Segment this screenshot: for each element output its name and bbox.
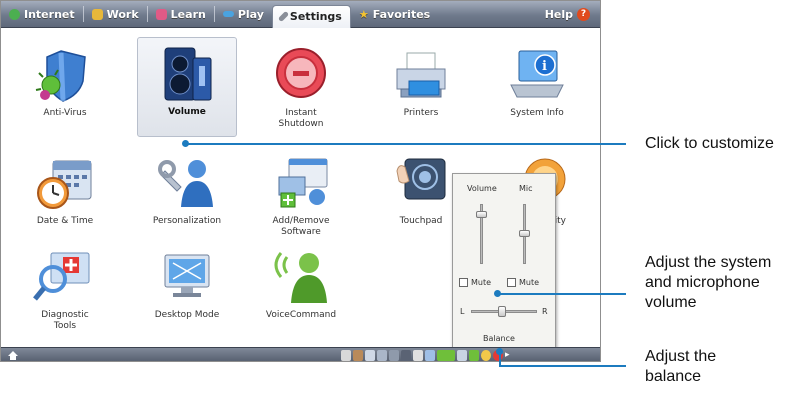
callout-volume-text: Adjust the system and microphone volume [645, 254, 772, 311]
svg-text:i: i [542, 59, 547, 74]
app-printers[interactable]: Printers [371, 39, 471, 139]
tab-learn[interactable]: Learn [148, 1, 214, 28]
clock-calendar-icon [33, 153, 97, 213]
voice-icon [269, 247, 333, 307]
system-tray: ▸ [341, 350, 515, 361]
battery-icon[interactable] [437, 350, 455, 361]
app-label: Add/Remove Software [272, 216, 330, 237]
tab-divider [82, 6, 84, 22]
diagnostic-icon [33, 247, 97, 307]
tab-divider [213, 6, 215, 22]
display-icon[interactable] [365, 350, 375, 361]
app-label: VoiceCommand [265, 310, 337, 320]
app-label: Anti-Virus [43, 108, 87, 118]
app-system-info[interactable]: i System Info [487, 39, 587, 139]
shield-icon [33, 45, 97, 105]
app-label: Personalization [152, 216, 222, 226]
balance-left-label: L [460, 307, 465, 316]
top-tab-bar: Internet Work Learn Play Settings ★ Favo… [1, 1, 600, 28]
app-label: Instant Shutdown [278, 108, 324, 129]
tray-icon[interactable] [401, 350, 411, 361]
window-icon[interactable] [377, 350, 387, 361]
callout-volume-line [498, 293, 626, 295]
app-desktop-mode[interactable]: Desktop Mode [137, 241, 237, 341]
wrench-icon [277, 10, 290, 23]
help-label: Help [544, 7, 573, 21]
mic-mute-label: Mute [519, 278, 540, 287]
globe-icon [9, 8, 20, 20]
app-instant-shutdown[interactable]: Instant Shutdown [251, 39, 351, 139]
tab-favorites[interactable]: ★ Favorites [351, 1, 438, 28]
tab-label: Settings [289, 10, 342, 23]
printer-icon [389, 45, 453, 105]
app-anti-virus[interactable]: Anti-Virus [15, 39, 115, 139]
wifi-icon[interactable] [425, 350, 435, 361]
user-icon[interactable] [353, 350, 363, 361]
tab-settings[interactable]: Settings [271, 4, 351, 28]
app-voice-command[interactable]: VoiceCommand [251, 241, 351, 341]
tab-play[interactable]: Play [215, 1, 272, 28]
home-icon[interactable] [7, 350, 19, 361]
volume-mute-checkbox[interactable] [459, 278, 468, 287]
desktop-icon [155, 247, 219, 307]
mic-mute-checkbox[interactable] [507, 278, 516, 287]
balance-right-label: R [542, 307, 548, 316]
app-add-remove-software[interactable]: Add/Remove Software [251, 147, 351, 247]
volume-slider-label: Volume [467, 184, 497, 193]
callout-balance-text: Adjust the balance [645, 348, 717, 385]
app-diagnostic-tools[interactable]: Diagnostic Tools [15, 241, 115, 341]
speaker-tray-icon[interactable] [413, 350, 423, 361]
mic-slider-thumb[interactable] [519, 230, 530, 237]
app-personalization[interactable]: Personalization [137, 147, 237, 247]
tab-label: Learn [170, 7, 206, 21]
app-label: Volume [168, 107, 206, 117]
callout-customize-line [186, 143, 626, 145]
app-label: Desktop Mode [154, 310, 220, 320]
mic-slider-label: Mic [519, 184, 533, 193]
tab-label: Internet [24, 7, 75, 21]
balance-slider-thumb[interactable] [498, 306, 506, 317]
help-question-icon: ? [577, 7, 590, 21]
callout-balance-line-vertical [499, 352, 501, 366]
tab-label: Work [106, 7, 139, 21]
tab-label: Favorites [372, 7, 431, 21]
notification-icon[interactable] [481, 350, 491, 361]
eee-desktop-screen: Internet Work Learn Play Settings ★ Favo… [0, 0, 601, 362]
app-label: Date & Time [36, 216, 94, 226]
gamepad-icon [222, 11, 234, 17]
tab-divider [146, 6, 148, 22]
app-label: System Info [510, 108, 564, 118]
app-date-time[interactable]: Date & Time [15, 147, 115, 247]
tab-internet[interactable]: Internet [1, 1, 83, 28]
app-label: Diagnostic Tools [41, 310, 89, 331]
keyboard-icon[interactable] [389, 350, 399, 361]
balance-label: Balance [483, 334, 515, 343]
network-icon[interactable] [341, 350, 351, 361]
taskbar: ▸ [1, 347, 600, 361]
folder-icon [91, 8, 103, 20]
clock-tray-icon[interactable] [457, 350, 467, 361]
callout-balance-line [499, 365, 626, 367]
arrow-right-icon[interactable]: ▸ [505, 350, 515, 361]
star-icon: ★ [358, 7, 369, 21]
tab-work[interactable]: Work [84, 1, 147, 28]
app-label: Printers [403, 108, 439, 118]
laptop-info-icon: i [505, 45, 569, 105]
app-label: Touchpad [399, 216, 443, 226]
software-icon [269, 153, 333, 213]
help-button[interactable]: Help ? [537, 1, 598, 28]
user-wrench-icon [155, 153, 219, 213]
power-icon [269, 45, 333, 105]
callout-customize-text: Click to customize [645, 135, 774, 152]
volume-slider-thumb[interactable] [476, 211, 487, 218]
touchpad-icon [389, 153, 453, 213]
speaker-icon [155, 44, 219, 104]
app-volume[interactable]: Volume [137, 37, 237, 137]
volume-mixer-popup: Volume Mic Mute Mute L R Balance [452, 173, 556, 349]
volume-mute-label: Mute [471, 278, 492, 287]
update-icon[interactable] [469, 350, 479, 361]
tab-label: Play [237, 7, 264, 21]
book-icon [155, 8, 167, 20]
